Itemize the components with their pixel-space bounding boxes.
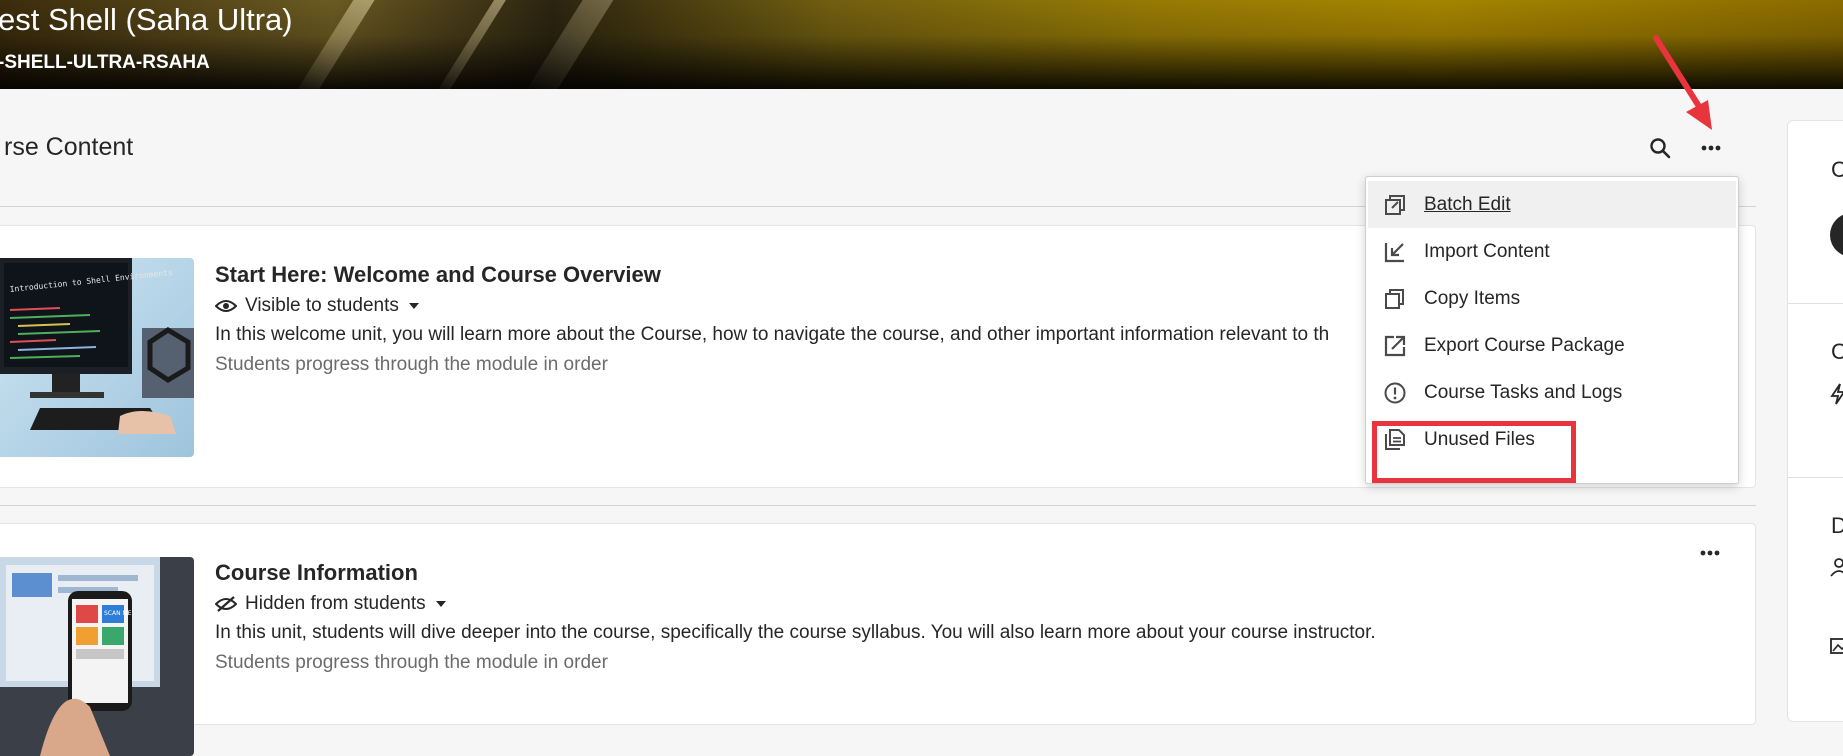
- panel-heading: C: [1831, 339, 1843, 364]
- content-divider: [0, 505, 1756, 506]
- visibility-dropdown[interactable]: Hidden from students: [215, 592, 446, 616]
- visibility-label: Visible to students: [245, 295, 399, 316]
- lightning-icon[interactable]: [1830, 383, 1843, 405]
- menu-item-import-content[interactable]: Import Content: [1368, 228, 1736, 275]
- thumbnail-caption: SCAN ME: [104, 610, 132, 617]
- content-item-description: In this unit, students will dive deeper …: [215, 622, 1376, 643]
- visibility-dropdown[interactable]: Visible to students: [215, 294, 419, 318]
- user-icon[interactable]: [1830, 557, 1843, 577]
- page-title: rse Content: [4, 133, 134, 161]
- panel-heading: C: [1831, 157, 1843, 182]
- banner-decoration: [294, 0, 384, 89]
- content-item-description: In this welcome unit, you will learn mor…: [215, 324, 1330, 345]
- banner-decoration: [433, 0, 517, 89]
- panel-divider: [1788, 303, 1843, 304]
- menu-item-label: Copy Items: [1424, 287, 1521, 309]
- phone-image: SCAN ME: [0, 557, 194, 756]
- more-options-icon: [1700, 550, 1720, 556]
- image-icon[interactable]: [1830, 637, 1843, 655]
- menu-item-export-course-package[interactable]: Export Course Package: [1368, 322, 1736, 369]
- course-details-panel: C C D: [1787, 120, 1843, 722]
- course-banner: est Shell (Saha Ultra) -SHELL-ULTRA-RSAH…: [0, 0, 1843, 89]
- menu-item-batch-edit[interactable]: Batch Edit: [1368, 181, 1736, 228]
- content-item-title[interactable]: Start Here: Welcome and Course Overview: [215, 262, 661, 288]
- import-icon: [1382, 239, 1408, 265]
- menu-item-label: Course Tasks and Logs: [1424, 381, 1623, 403]
- export-icon: [1382, 333, 1408, 359]
- computer-screen-image: Introduction to Shell Environments: [0, 258, 194, 457]
- progression-info: Students progress through the module in …: [215, 652, 608, 673]
- copy-icon: [1382, 286, 1408, 312]
- panel-heading: D: [1831, 513, 1843, 538]
- eye-icon: [215, 300, 237, 312]
- visibility-label: Hidden from students: [245, 593, 426, 614]
- content-thumbnail: Introduction to Shell Environments: [0, 258, 194, 457]
- course-code: -SHELL-ULTRA-RSAHA: [0, 52, 210, 73]
- highlight-annotation: [1372, 421, 1576, 483]
- menu-item-label: Export Course Package: [1424, 334, 1625, 356]
- chevron-down-icon: [408, 303, 419, 309]
- banner-decoration: [524, 0, 622, 89]
- menu-item-label: Batch Edit: [1424, 193, 1511, 215]
- chevron-down-icon: [435, 601, 446, 607]
- content-item-title[interactable]: Course Information: [215, 560, 418, 586]
- item-more-options-button[interactable]: [1693, 536, 1727, 570]
- menu-item-label: Import Content: [1424, 240, 1550, 262]
- progression-info: Students progress through the module in …: [215, 354, 608, 375]
- content-thumbnail: SCAN ME: [0, 557, 194, 756]
- avatar[interactable]: [1830, 213, 1843, 257]
- eye-slash-icon: [215, 596, 237, 612]
- content-item-card[interactable]: SCAN ME Course Information Hidden from s…: [0, 523, 1756, 756]
- course-title: est Shell (Saha Ultra): [0, 2, 293, 37]
- panel-divider: [1788, 477, 1843, 478]
- menu-item-copy-items[interactable]: Copy Items: [1368, 275, 1736, 322]
- arrow-annotation: [1653, 35, 1712, 130]
- batch-edit-icon: [1382, 192, 1408, 218]
- alert-circle-icon: [1382, 380, 1408, 406]
- menu-item-course-tasks-logs[interactable]: Course Tasks and Logs: [1368, 369, 1736, 416]
